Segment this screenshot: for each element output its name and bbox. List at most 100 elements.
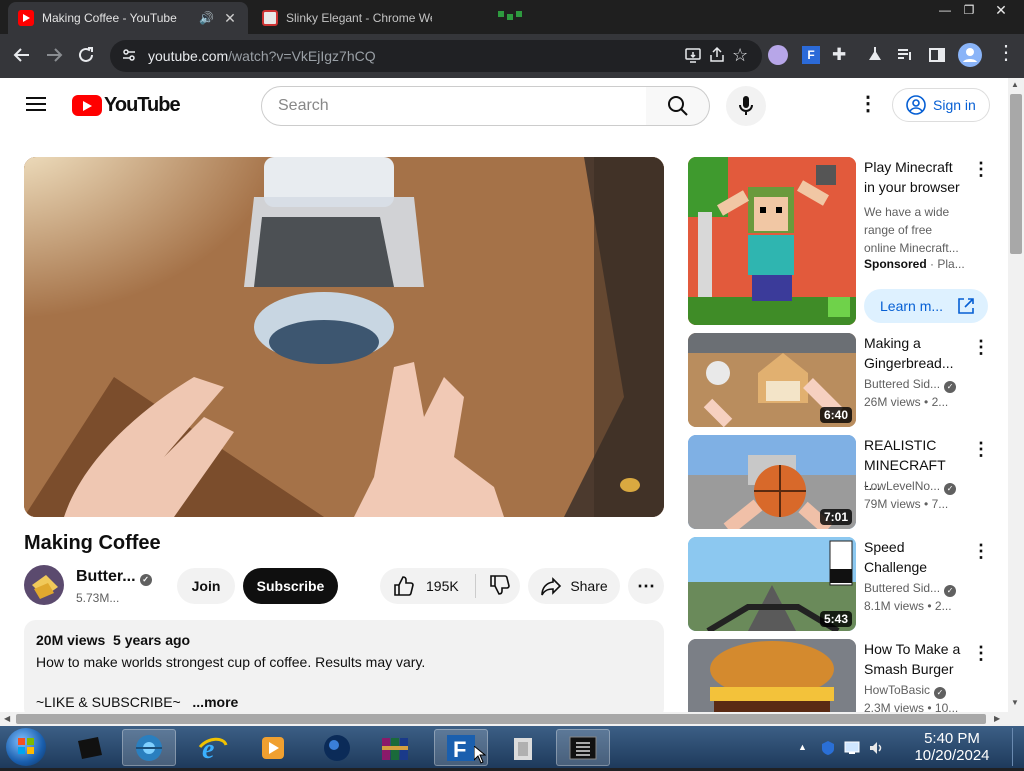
taskbar-app-list[interactable] bbox=[556, 729, 610, 766]
tab-search-icon[interactable] bbox=[498, 8, 526, 20]
tray-network-icon[interactable] bbox=[844, 741, 860, 755]
video-title: How To Make a Smash Burger bbox=[864, 641, 961, 677]
video-channel: Buttered Sid... ✓ bbox=[864, 377, 957, 393]
taskbar-app-terminal[interactable] bbox=[62, 729, 116, 766]
taskbar-app-notes[interactable] bbox=[496, 729, 550, 766]
sidebar-video[interactable]: 6:40 Making a Gingerbread... ⋮ Buttered S… bbox=[688, 333, 990, 427]
url-host: youtube.com bbox=[148, 48, 229, 64]
bookmark-star-icon[interactable]: ☆ bbox=[732, 45, 752, 65]
share-button[interactable]: Share bbox=[528, 568, 620, 604]
video-player[interactable] bbox=[24, 157, 664, 517]
start-button[interactable] bbox=[6, 728, 46, 766]
profile-avatar-icon[interactable] bbox=[958, 43, 982, 67]
restore-button[interactable]: ❐ bbox=[952, 0, 986, 20]
video-thumbnail[interactable] bbox=[688, 639, 856, 712]
horizontal-scroll-thumb[interactable] bbox=[16, 714, 986, 724]
taskbar-app-dark-orb[interactable] bbox=[310, 729, 364, 766]
tray-clock[interactable]: 5:40 PM 10/20/2024 bbox=[898, 730, 1006, 764]
reload-icon[interactable] bbox=[72, 41, 100, 69]
sidebar-video[interactable]: How To Make a Smash Burger ⋮ HowToBasic ✓ … bbox=[688, 639, 990, 712]
search-input[interactable]: Search bbox=[261, 86, 647, 126]
address-bar[interactable]: youtube.com/watch?v=VkEjIgz7hCQ bbox=[110, 40, 762, 72]
scroll-up-arrow-icon[interactable]: ▲ bbox=[1011, 80, 1019, 89]
side-panel-icon[interactable] bbox=[928, 46, 946, 64]
tab-title: Slinky Elegant - Chrome Web bbox=[286, 11, 432, 25]
sidebar-video[interactable]: 7:01 REALISTIC MINECRAFT -... ⋮ LowLevelN… bbox=[688, 435, 990, 529]
video-menu-icon[interactable]: ⋮ bbox=[972, 541, 990, 561]
video-thumbnail[interactable]: 5:43 bbox=[688, 537, 856, 631]
join-button[interactable]: Join bbox=[177, 568, 235, 604]
show-desktop-button[interactable] bbox=[1012, 728, 1024, 766]
scroll-left-arrow-icon[interactable]: ◀ bbox=[4, 714, 10, 723]
scroll-down-arrow-icon[interactable]: ▼ bbox=[1011, 698, 1019, 707]
description-box[interactable]: 20M views 5 years ago How to make worlds… bbox=[24, 620, 664, 712]
extensions-puzzle-icon[interactable]: ✚ bbox=[832, 45, 852, 65]
channel-name[interactable]: Butter... ✓ bbox=[76, 568, 152, 586]
chrome-menu-icon[interactable]: ⋮ bbox=[996, 43, 1016, 66]
like-button[interactable]: 195K bbox=[392, 575, 459, 597]
web-store-favicon-icon bbox=[262, 10, 278, 26]
forward-arrow-icon[interactable] bbox=[40, 41, 68, 69]
more-actions-button[interactable]: ⋯ bbox=[628, 568, 664, 604]
show-more-link[interactable]: ...more bbox=[192, 694, 238, 710]
scroll-right-arrow-icon[interactable]: ▶ bbox=[994, 714, 1000, 723]
learn-more-button[interactable]: Learn m... bbox=[864, 289, 988, 323]
search-button[interactable] bbox=[646, 86, 710, 126]
taskbar-app-chrome[interactable] bbox=[122, 729, 176, 766]
tab-making-coffee[interactable]: Making Coffee - YouTube 🔊 ✕ bbox=[8, 2, 248, 34]
user-circle-icon bbox=[906, 95, 926, 115]
hamburger-menu-icon[interactable] bbox=[26, 96, 46, 112]
dislike-button[interactable] bbox=[488, 574, 510, 599]
like-divider bbox=[474, 574, 476, 598]
tab-close-icon[interactable]: ✕ bbox=[222, 10, 238, 27]
video-menu-icon[interactable]: ⋮ bbox=[972, 337, 990, 357]
close-window-button[interactable]: ✕ bbox=[984, 0, 1018, 20]
extension-globe-icon[interactable] bbox=[768, 45, 788, 65]
youtube-page: YouTube Search ⋮ Sign in Making Coffee B… bbox=[0, 78, 1008, 712]
subscribe-button[interactable]: Subscribe bbox=[243, 568, 338, 604]
sidebar-ad[interactable]: Play Minecraft in your browser ⋮ We have … bbox=[688, 157, 990, 327]
verified-check-icon: ✓ bbox=[944, 381, 957, 393]
taskbar-app-winrar[interactable] bbox=[368, 729, 422, 766]
more-horizontal-icon: ⋯ bbox=[637, 575, 655, 596]
media-queue-icon[interactable] bbox=[896, 46, 914, 64]
verified-check-icon: ✓ bbox=[934, 687, 947, 699]
minecraft-ad-image bbox=[688, 157, 856, 325]
archive-books-icon bbox=[382, 737, 408, 760]
vertical-scroll-thumb[interactable] bbox=[1010, 94, 1022, 254]
tray-volume-icon[interactable] bbox=[868, 740, 884, 756]
share-label: Share bbox=[570, 578, 608, 594]
video-menu-icon[interactable]: ⋮ bbox=[972, 439, 990, 459]
tray-expand-icon[interactable]: ▲ bbox=[798, 742, 807, 752]
site-info-icon[interactable] bbox=[122, 48, 136, 65]
share-page-icon[interactable] bbox=[708, 46, 726, 64]
tab-slinky-elegant[interactable]: Slinky Elegant - Chrome Web bbox=[252, 2, 442, 34]
youtube-logo[interactable]: YouTube bbox=[72, 94, 181, 117]
video-frame-coffee-maker bbox=[24, 157, 664, 517]
settings-kebab-icon[interactable]: ⋮ bbox=[858, 94, 878, 116]
ad-thumbnail[interactable] bbox=[688, 157, 856, 325]
install-app-icon[interactable] bbox=[684, 46, 702, 64]
labs-flask-icon[interactable] bbox=[866, 45, 884, 63]
video-duration: 7:01 bbox=[819, 509, 852, 525]
sidebar-video[interactable]: 5:43 Speed Challenge ⋮ Buttered Sid... ✓ 8… bbox=[688, 537, 990, 631]
media-player-icon bbox=[262, 736, 284, 759]
youtube-logo-text: YouTube bbox=[104, 94, 181, 116]
video-thumbnail[interactable]: 6:40 bbox=[688, 333, 856, 427]
video-thumbnail[interactable]: 7:01 bbox=[688, 435, 856, 529]
ad-menu-icon[interactable]: ⋮ bbox=[972, 159, 990, 179]
tray-shield-icon[interactable] bbox=[820, 740, 836, 756]
search-icon bbox=[667, 96, 688, 116]
voice-search-button[interactable] bbox=[726, 86, 766, 126]
taskbar-app-media[interactable] bbox=[246, 729, 300, 766]
channel-name-text: Butter... bbox=[76, 568, 136, 585]
taskbar-app-ie[interactable]: e bbox=[186, 729, 240, 766]
youtube-logo-icon bbox=[72, 95, 102, 116]
channel-avatar[interactable] bbox=[24, 565, 64, 605]
video-menu-icon[interactable]: ⋮ bbox=[972, 643, 990, 663]
sign-in-button[interactable]: Sign in bbox=[892, 88, 990, 122]
back-arrow-icon[interactable] bbox=[8, 41, 36, 69]
audio-playing-icon[interactable]: 🔊 bbox=[199, 11, 214, 25]
smash-burger-thumb-image bbox=[688, 639, 856, 712]
extension-f-icon[interactable]: F bbox=[802, 46, 820, 64]
